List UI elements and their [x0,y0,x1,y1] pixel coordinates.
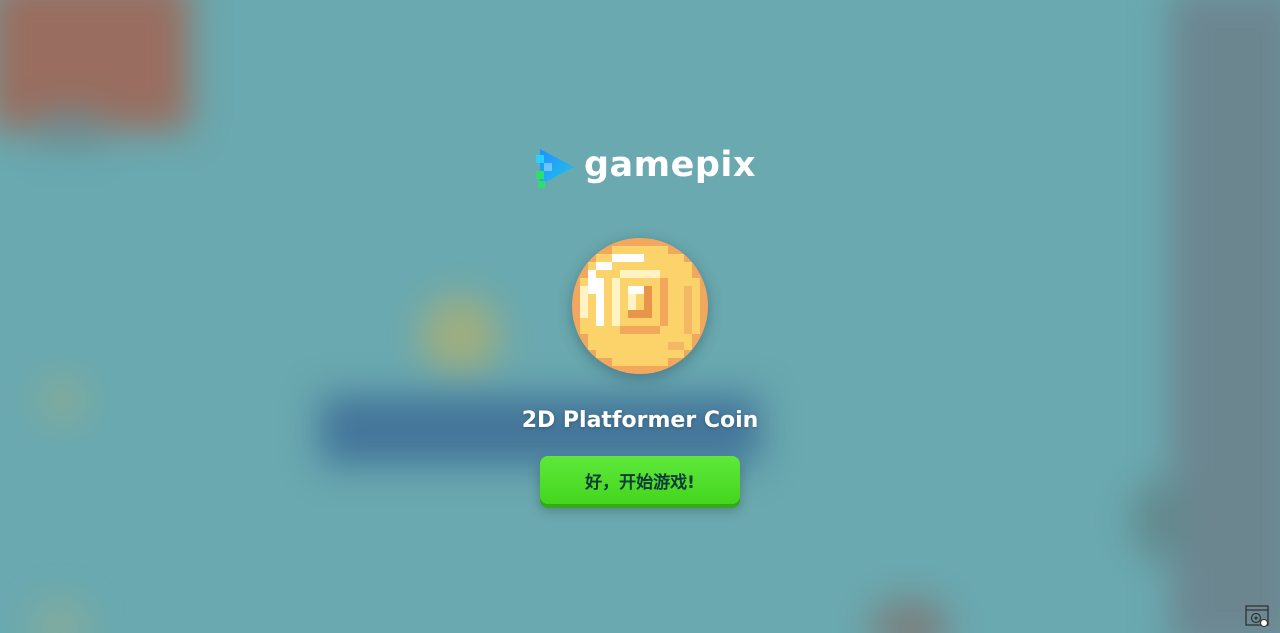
pixel-coin-icon [572,238,708,374]
game-thumbnail [572,238,708,374]
game-splash-screen: gamepix 2D Platformer Coin 好，开始游戏! [0,0,1280,633]
game-title: 2D Platformer Coin [521,408,759,433]
brand-logo: gamepix [536,144,756,190]
brand-name: gamepix [584,144,757,185]
splash-content: gamepix 2D Platformer Coin 好，开始游戏! [0,0,1280,633]
gamepix-logo-icon [536,145,576,189]
start-game-button[interactable]: 好，开始游戏! [540,456,740,504]
settings-window-icon[interactable] [1245,604,1271,628]
